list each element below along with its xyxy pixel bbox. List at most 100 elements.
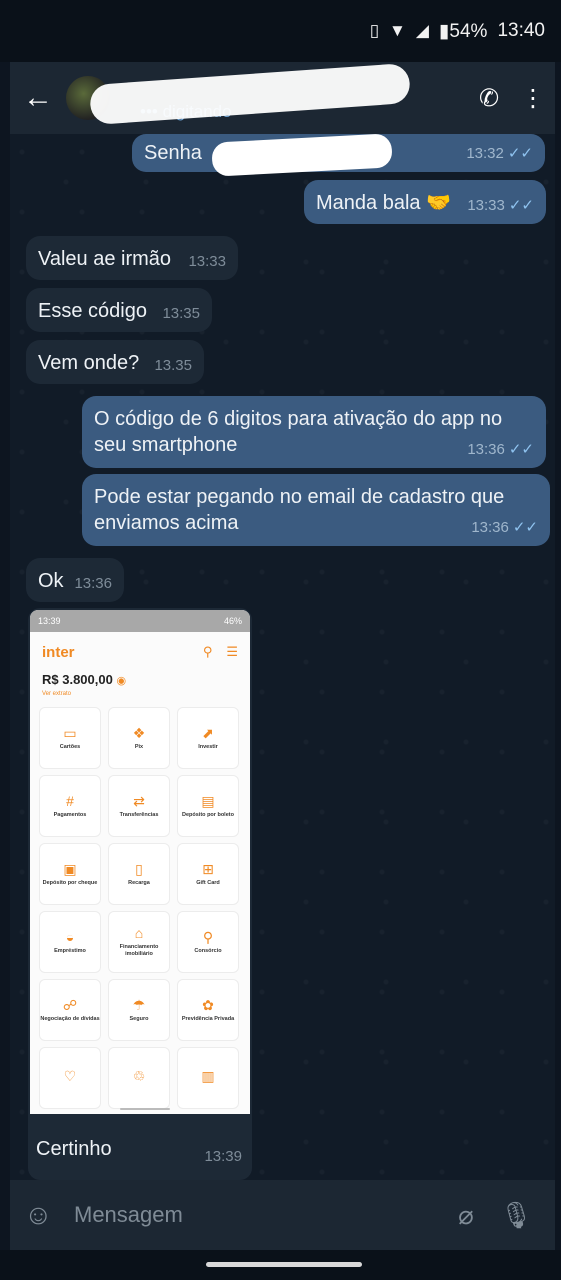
heart-icon: ♡ [63, 1068, 77, 1084]
barcode-icon: # [66, 792, 74, 809]
attach-icon[interactable]: ⌀ [441, 1200, 491, 1231]
chart-icon: ⬈ [202, 724, 214, 741]
read-ticks-icon: ✓✓ [508, 441, 534, 458]
message-input[interactable] [64, 1202, 441, 1228]
account-balance: R$ 3.800,00 ◉ [30, 672, 250, 687]
message-time: 13:39 [204, 1148, 242, 1165]
service-tile: ⬈ Investir [177, 707, 239, 769]
message-time: 13:35 [162, 305, 200, 322]
back-arrow-icon[interactable]: ← [10, 70, 66, 126]
contact-info[interactable]: ••• digitando [88, 62, 467, 126]
gift-icon: ⊞ [202, 860, 214, 877]
service-tile: ♡ [39, 1047, 101, 1109]
debt-icon: ☍ [62, 996, 78, 1013]
navigation-bar [0, 1250, 561, 1280]
recycle-icon: ♲ [132, 1068, 146, 1084]
message-meta: 13:36 ✓✓ [471, 515, 538, 541]
message-time: 13:32 [466, 145, 504, 162]
read-ticks-icon: ✓✓ [512, 519, 538, 536]
service-tile: ▥ [177, 1047, 239, 1109]
message-time: 13:36 [467, 441, 505, 458]
transfer-icon: ⇄ [133, 792, 145, 809]
service-label: Depósito por boleto [182, 811, 234, 818]
phone-status-bar: 13:39 46% [30, 610, 250, 632]
message-outgoing[interactable]: Senha 13:32 ✓✓ [132, 134, 545, 177]
service-label: Pix [134, 743, 144, 750]
service-tile: ❖ Pix [108, 707, 170, 769]
chat-header: ← ••• digitando ✆ ⋮ [10, 62, 555, 134]
service-label: Gift Card [196, 879, 220, 886]
pension-icon: ✿ [202, 996, 214, 1013]
service-tile: ♲ [108, 1047, 170, 1109]
house-icon: ⌂ [134, 925, 144, 941]
phone-icon[interactable]: ✆ [467, 70, 511, 126]
read-ticks-icon: ✓✓ [507, 145, 533, 162]
service-label: Negociação de dívidas [40, 1015, 100, 1022]
message-time: 13:36 [471, 519, 509, 536]
message-incoming[interactable]: Esse código 13:35 [26, 288, 212, 332]
service-label: Previdência Privada [181, 1015, 235, 1022]
message-outgoing[interactable]: Manda bala 🤝 13:33 ✓✓ [304, 180, 546, 224]
clock: 13:40 [497, 20, 545, 41]
statement-link: Ver extrato [42, 691, 72, 697]
service-tile: ▭ Cartões [39, 707, 101, 769]
redaction-scribble [211, 134, 393, 177]
vibrate-icon: ▯ [369, 21, 380, 40]
service-label: Consórcio [194, 947, 222, 954]
emoji-icon[interactable]: ☺ [24, 1199, 64, 1231]
menu-icon: ☰ [226, 644, 238, 659]
service-label: Pagamentos [53, 811, 87, 818]
service-tile: ⌂ Financiamento imobiliário [108, 911, 170, 973]
eye-icon: ◉ [116, 675, 127, 687]
home-indicator [120, 1108, 170, 1110]
balance-value: R$ 3.800,00 [42, 672, 113, 687]
phone-battery: 46% [223, 616, 242, 626]
service-label: Investir [198, 743, 218, 750]
service-label: Depósito por cheque [42, 879, 98, 886]
inter-logo: inter [42, 643, 75, 661]
service-tile: ☂ Seguro [108, 979, 170, 1041]
service-tile: ▤ Depósito por boleto [177, 775, 239, 837]
card-icon: ▭ [63, 724, 77, 741]
service-tile: ▣ Depósito por cheque [39, 843, 101, 905]
redaction-scribble [88, 62, 412, 126]
service-tile: ⇄ Transferências [108, 775, 170, 837]
message-incoming[interactable]: Valeu ae irmão 13:33 [26, 236, 238, 280]
service-label: Empréstimo [54, 947, 86, 954]
message-incoming[interactable]: Vem onde? 13.35 [26, 340, 204, 384]
message-list[interactable]: Senha 13:32 ✓✓ Manda bala 🤝 13:33 ✓✓ Valeu… [10, 134, 555, 1180]
service-label: Recarga [128, 879, 150, 886]
box-icon: ▥ [201, 1068, 215, 1084]
message-meta: 13:36 ✓✓ [467, 437, 534, 463]
image-caption: Certinho [36, 1138, 112, 1160]
umbrella-icon: ☂ [132, 996, 146, 1013]
message-outgoing[interactable]: Pode estar pegando no email de cadastro … [82, 474, 550, 546]
cheque-icon: ▣ [63, 860, 77, 877]
service-tile: ⚲ Consórcio [177, 911, 239, 973]
services-grid: ▭ Cartões ❖ Pix ⬈ Investir # Pagamentos ⇄ Transfe… [30, 707, 250, 1109]
status-bar: ▯ ▼ ◢ ▮54% 13:40 [0, 0, 561, 62]
screenshot-image[interactable]: 13:39 46% inter ⚲ ☰ R$ 3.800,00 ◉ Ver ex… [30, 610, 250, 1114]
service-tile: ▯ Recarga [108, 843, 170, 905]
message-time: 13.35 [154, 357, 192, 374]
gesture-handle[interactable] [206, 1262, 362, 1267]
pix-icon: ❖ [132, 724, 146, 741]
service-tile: ✿ Previdência Privada [177, 979, 239, 1041]
microphone-icon[interactable]: 🎙︎ [491, 1200, 541, 1231]
message-time: 13:36 [74, 575, 112, 592]
service-label: Cartões [59, 743, 81, 750]
service-tile: ◒ Empréstimo [39, 911, 101, 973]
message-outgoing[interactable]: O código de 6 digitos para ativação do a… [82, 396, 546, 468]
more-options-icon[interactable]: ⋮ [511, 70, 555, 126]
message-meta: 13:32 ✓✓ [466, 141, 533, 167]
app-header: inter ⚲ ☰ [30, 632, 250, 672]
message-incoming[interactable]: Ok 13:36 [26, 558, 124, 602]
service-tile: ⊞ Gift Card [177, 843, 239, 905]
loan-icon: ◒ [65, 928, 75, 945]
battery-icon: ▮ [438, 20, 450, 42]
image-message[interactable]: 13:39 46% inter ⚲ ☰ R$ 3.800,00 ◉ Ver ex… [28, 608, 252, 1180]
phone-time: 13:39 [38, 616, 61, 626]
boleto-icon: ▤ [201, 792, 215, 809]
message-meta: 13:33 ✓✓ [467, 193, 534, 219]
service-tile: # Pagamentos [39, 775, 101, 837]
